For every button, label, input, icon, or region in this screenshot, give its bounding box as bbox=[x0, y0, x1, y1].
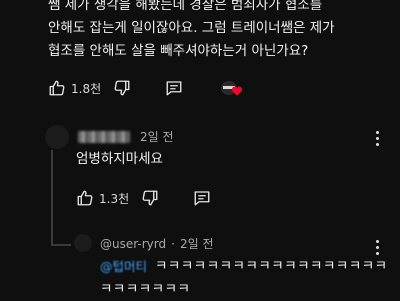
reply-time: 2일 전 bbox=[179, 237, 214, 251]
comment-text-line: 안해도 잡는게 일이잖아요. 그럼 트레이너쌤은 제가 bbox=[48, 20, 335, 36]
thumbs-down-icon[interactable] bbox=[113, 79, 131, 97]
reply-2-text-line: @텁머티 ㅋㅋㅋㅋㅋㅋㅋㅋㅋㅋㅋㅋㅋㅋㅋㅋㅋㅋ bbox=[100, 255, 388, 278]
thread-line bbox=[51, 150, 53, 246]
thumbs-up-icon[interactable] bbox=[48, 79, 66, 97]
reply-1-header: 2일 전 bbox=[78, 128, 174, 145]
reply-1-actions: 1.3천 bbox=[76, 188, 211, 208]
more-vert-icon[interactable] bbox=[371, 131, 383, 146]
reply-text: ㅋㅋㅋㅋㅋㅋㅋㅋㅋㅋㅋㅋㅋㅋㅋㅋㅋㅋ bbox=[155, 258, 388, 274]
thumbs-down-icon[interactable] bbox=[141, 189, 159, 207]
mention-link[interactable]: @텁머티 bbox=[100, 255, 147, 278]
comment-1: 쌤 제가 생각을 해봤는데 경찰은 범죄자가 협소를 안해도 잡는게 일이잖아요… bbox=[48, 0, 335, 63]
reply-text: 엄병하지마세요 bbox=[76, 151, 163, 167]
blurred-username[interactable] bbox=[78, 130, 130, 143]
avatar[interactable] bbox=[45, 125, 69, 149]
comment-text-line: 협조를 안해도 살을 빼주셔야하는거 아닌가요? bbox=[48, 43, 309, 59]
comment-1-actions: 1.8천 bbox=[48, 78, 247, 98]
comment-text-line: 쌤 제가 생각을 해봤는데 경찰은 범죄자가 협소를 bbox=[48, 0, 323, 13]
thumbs-up-icon[interactable] bbox=[76, 189, 94, 207]
reply-icon[interactable] bbox=[193, 189, 211, 207]
reply-icon[interactable] bbox=[165, 79, 183, 97]
username[interactable]: @user-ryrd bbox=[100, 237, 166, 251]
reply-time: 2일 전 bbox=[140, 130, 174, 144]
reply-2-header: @user-ryrd · 2일 전 bbox=[100, 235, 213, 252]
more-vert-icon[interactable] bbox=[371, 240, 383, 255]
separator: · bbox=[171, 236, 175, 251]
avatar[interactable] bbox=[74, 234, 92, 252]
thread-line bbox=[51, 244, 71, 246]
like-count: 1.8천 bbox=[71, 81, 102, 96]
reply-text: ㅋㅋㅋㅋㅋㅋㅋ bbox=[100, 281, 191, 297]
like-count: 1.3천 bbox=[99, 191, 130, 206]
creator-heart-icon bbox=[221, 79, 247, 97]
